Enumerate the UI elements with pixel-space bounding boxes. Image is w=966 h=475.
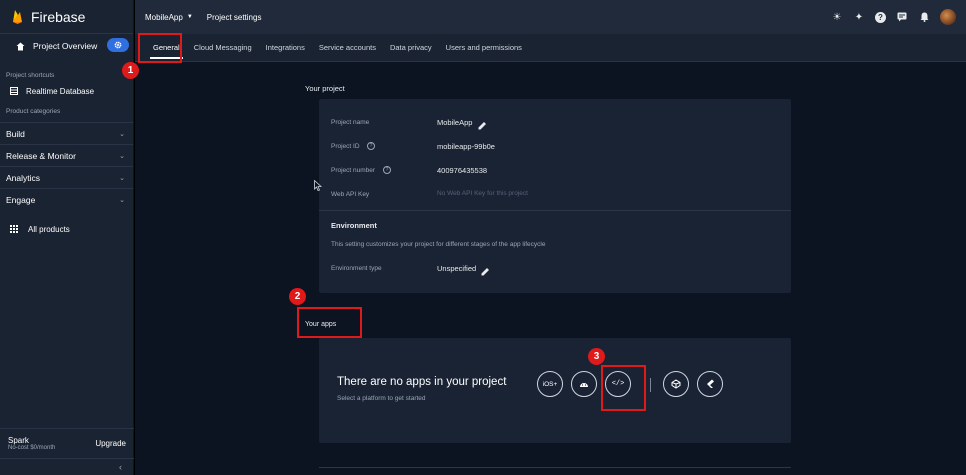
divider xyxy=(650,378,651,392)
no-apps-title: There are no apps in your project xyxy=(337,376,507,388)
flutter-icon xyxy=(707,379,714,388)
annotation-badge-1: 1 xyxy=(122,62,139,79)
category-build[interactable]: Build ⌄ xyxy=(0,122,133,144)
app-selector[interactable]: MobileApp ▼ xyxy=(145,13,193,22)
collapse-sidebar-button[interactable]: ‹ xyxy=(0,458,134,475)
category-label: Release & Monitor xyxy=(6,150,76,161)
chevron-down-icon: ⌄ xyxy=(119,174,125,182)
annotation-badge-2: 2 xyxy=(289,288,306,305)
main-content: Your project Project name MobileApp Proj… xyxy=(135,62,966,475)
annotation-box-your-apps xyxy=(297,307,362,338)
annotation-box-web-platform xyxy=(601,365,646,411)
chevron-left-icon: ‹ xyxy=(119,462,122,472)
project-number-value: 400976435538 xyxy=(437,166,488,175)
plan-subtitle: No-cost $0/month xyxy=(8,445,56,451)
shortcut-label: Realtime Database xyxy=(26,86,95,96)
caret-down-icon: ▼ xyxy=(186,14,193,20)
categories-header: Product categories xyxy=(6,107,61,115)
chevron-down-icon: ⌄ xyxy=(119,130,125,138)
annotation-box-general-tab xyxy=(138,33,182,63)
no-apps-subtitle: Select a platform to get started xyxy=(337,395,426,402)
brand-name: Firebase xyxy=(31,8,86,25)
category-engage[interactable]: Engage ⌄ xyxy=(0,188,133,210)
ios-icon: iOS+ xyxy=(542,380,558,388)
notifications-icon[interactable] xyxy=(918,11,930,23)
all-products-label: All products xyxy=(28,224,70,234)
top-icons: ☀ ✦ ? xyxy=(831,0,956,34)
feedback-icon[interactable] xyxy=(896,11,908,23)
divider xyxy=(319,210,791,211)
category-label: Build xyxy=(6,128,25,139)
brand[interactable]: Firebase xyxy=(0,0,133,34)
app-name: MobileApp xyxy=(145,12,183,22)
tab-service-accounts[interactable]: Service accounts xyxy=(312,34,383,62)
web-api-key-value: No Web API Key for this project xyxy=(437,190,528,197)
firebase-logo-icon xyxy=(13,10,22,24)
help-outline-icon[interactable]: ? xyxy=(367,142,375,150)
category-label: Engage xyxy=(6,194,36,205)
environment-type-label: Environment type xyxy=(331,265,382,272)
your-project-heading: Your project xyxy=(305,84,345,93)
project-overview-label: Project Overview xyxy=(33,41,98,51)
environment-description: This setting customizes your project for… xyxy=(331,241,546,248)
project-number-label: Project number xyxy=(331,167,376,174)
settings-tabs: General Cloud Messaging Integrations Ser… xyxy=(135,34,966,62)
sparkle-icon[interactable]: ✦ xyxy=(853,11,865,23)
settings-button[interactable] xyxy=(107,38,129,52)
platform-android-button[interactable] xyxy=(571,371,597,397)
platform-unity-button[interactable] xyxy=(663,371,689,397)
tab-integrations[interactable]: Integrations xyxy=(259,34,312,62)
tab-data-privacy[interactable]: Data privacy xyxy=(383,34,439,62)
all-products-link[interactable]: All products xyxy=(0,219,133,239)
environment-heading: Environment xyxy=(331,221,377,230)
brightness-icon[interactable]: ☀ xyxy=(831,11,843,23)
avatar[interactable] xyxy=(940,9,956,25)
plan-info: Spark No-cost $0/month Upgrade xyxy=(0,428,134,458)
edit-icon[interactable] xyxy=(481,263,490,281)
shortcuts-header: Project shortcuts xyxy=(6,71,55,79)
category-release-monitor[interactable]: Release & Monitor ⌄ xyxy=(0,144,133,166)
category-label: Analytics xyxy=(6,172,41,183)
gear-icon xyxy=(114,41,122,49)
apps-grid-icon xyxy=(10,225,18,233)
upgrade-button[interactable]: Upgrade xyxy=(95,439,126,448)
environment-type-value: Unspecified xyxy=(437,264,477,273)
chevron-down-icon: ⌄ xyxy=(119,196,125,204)
tab-cloud-messaging[interactable]: Cloud Messaging xyxy=(187,34,259,62)
project-id-label: Project ID xyxy=(331,143,360,150)
project-card: Project name MobileApp Project ID ? mobi… xyxy=(319,99,791,293)
android-icon xyxy=(580,383,588,387)
shortcut-realtime-database[interactable]: Realtime Database xyxy=(0,82,133,100)
page-title: Project settings xyxy=(206,12,262,22)
help-outline-icon[interactable]: ? xyxy=(383,166,391,174)
project-name-label: Project name xyxy=(331,119,370,126)
help-icon[interactable]: ? xyxy=(875,11,886,23)
tab-users-permissions[interactable]: Users and permissions xyxy=(439,34,529,62)
chevron-down-icon: ⌄ xyxy=(119,152,125,160)
divider xyxy=(319,467,791,468)
project-name-value: MobileApp xyxy=(437,118,473,127)
platform-flutter-button[interactable] xyxy=(697,371,723,397)
unity-icon xyxy=(671,379,681,389)
project-id-value: mobileapp-99b0e xyxy=(437,142,495,151)
platform-ios-button[interactable]: iOS+ xyxy=(537,371,563,397)
top-bar: MobileApp ▼ Project settings ☀ ✦ ? xyxy=(135,0,966,34)
database-icon xyxy=(10,87,18,95)
annotation-badge-3: 3 xyxy=(588,348,605,365)
web-api-key-label: Web API Key xyxy=(331,191,370,198)
category-analytics[interactable]: Analytics ⌄ xyxy=(0,166,133,188)
sidebar: Firebase Project Overview Project shortc… xyxy=(0,0,134,475)
home-icon xyxy=(16,42,25,50)
edit-icon[interactable] xyxy=(478,117,487,135)
mouse-cursor-icon xyxy=(314,180,322,191)
plan-name: Spark xyxy=(8,436,29,445)
